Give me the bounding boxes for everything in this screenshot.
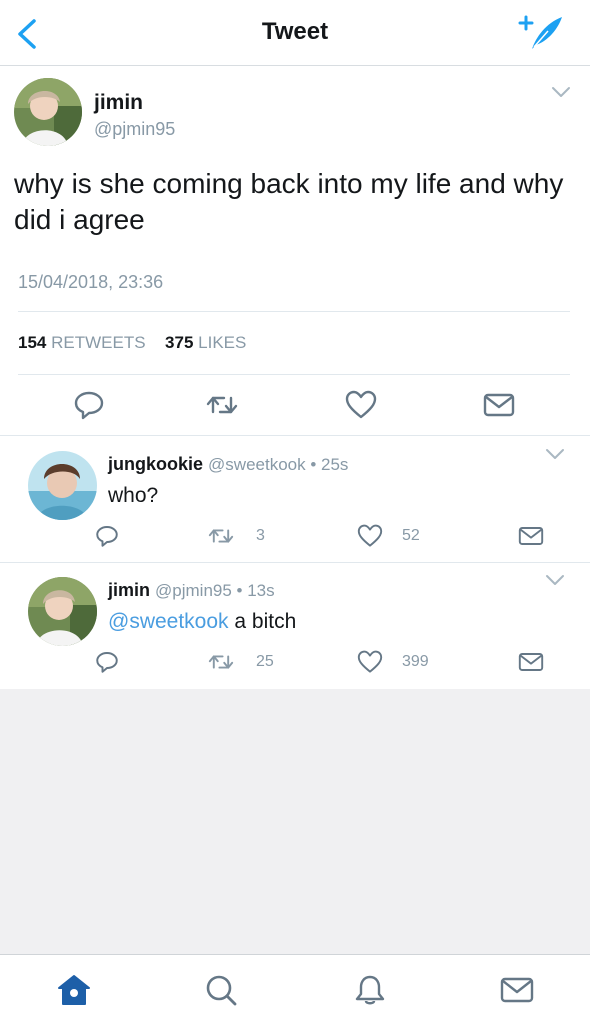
mention-link[interactable]: @sweetkook (108, 610, 229, 633)
reply-body: who? (108, 484, 159, 507)
avatar[interactable] (14, 78, 82, 146)
heart-icon[interactable] (357, 524, 383, 548)
chevron-down-icon[interactable] (545, 574, 565, 586)
envelope-icon[interactable] (518, 650, 544, 674)
navigation-bar: Tweet (0, 0, 590, 66)
author-name[interactable]: jimin (94, 91, 143, 115)
reply-tweet[interactable]: jungkookie @sweetkook • 25s who? 3 52 (0, 437, 590, 563)
retweet-icon[interactable] (207, 524, 235, 548)
reply-icon[interactable] (73, 390, 105, 420)
reply-tweet[interactable]: jimin @pjmin95 • 13s @sweetkook a bitch … (0, 563, 590, 689)
reply-text: who? (108, 484, 158, 508)
reply-body: a bitch (228, 610, 297, 633)
reply-header: jimin @pjmin95 • 13s (108, 580, 275, 601)
retweet-count: 25 (256, 653, 274, 670)
avatar[interactable] (28, 577, 97, 646)
page-title: Tweet (261, 18, 329, 45)
author-handle[interactable]: @pjmin95 (94, 119, 175, 140)
notifications-bell-icon[interactable] (353, 973, 387, 1007)
chevron-down-icon[interactable] (545, 448, 565, 460)
tweet-text: why is she coming back into my life and … (14, 168, 564, 235)
reply-meta: @pjmin95 • 13s (155, 581, 275, 600)
home-icon[interactable] (57, 973, 91, 1007)
envelope-icon[interactable] (483, 390, 515, 420)
reply-author-name[interactable]: jimin (108, 580, 150, 600)
messages-envelope-icon[interactable] (500, 973, 534, 1007)
retweets-label[interactable]: RETWEETS (51, 333, 145, 352)
empty-background (0, 689, 590, 954)
reply-header: jungkookie @sweetkook • 25s (108, 454, 348, 475)
reply-meta: @sweetkook • 25s (208, 455, 349, 474)
reply-author-name[interactable]: jungkookie (108, 454, 203, 474)
search-icon[interactable] (204, 973, 238, 1007)
tweet-stats: 154 RETWEETS 375 LIKES (18, 333, 246, 353)
compose-feather-icon[interactable] (518, 13, 566, 53)
chevron-down-icon[interactable] (551, 86, 571, 98)
divider (18, 374, 570, 375)
like-count: 52 (402, 527, 420, 544)
envelope-icon[interactable] (518, 524, 544, 548)
heart-icon[interactable] (357, 650, 383, 674)
tweet-timestamp: 15/04/2018, 23:36 (18, 272, 164, 292)
avatar[interactable] (28, 451, 97, 520)
retweet-icon[interactable] (207, 650, 235, 674)
main-tweet: jimin @pjmin95 why is she coming back in… (0, 66, 590, 436)
reply-icon[interactable] (95, 524, 119, 548)
divider (18, 311, 570, 312)
likes-count[interactable]: 375 (165, 333, 193, 352)
tab-bar (0, 954, 590, 1024)
retweets-count[interactable]: 154 (18, 333, 46, 352)
reply-text: @sweetkook a bitch (108, 610, 296, 634)
retweet-count: 3 (256, 527, 265, 544)
reply-icon[interactable] (95, 650, 119, 674)
likes-label[interactable]: LIKES (198, 333, 246, 352)
heart-icon[interactable] (345, 390, 377, 420)
like-count: 399 (402, 653, 429, 670)
retweet-icon[interactable] (206, 390, 238, 420)
